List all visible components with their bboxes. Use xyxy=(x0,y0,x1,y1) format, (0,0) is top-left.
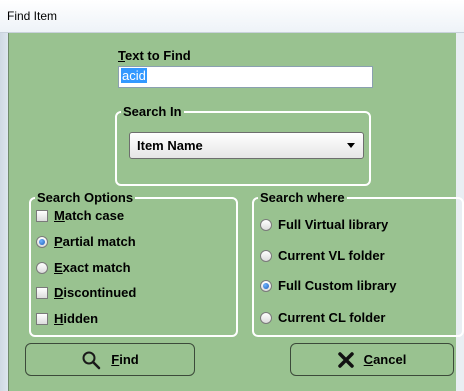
dropdown-arrow-icon xyxy=(347,143,355,148)
search-where-legend: Search where xyxy=(260,190,345,205)
title-bar: Find Item xyxy=(0,0,464,33)
search-in-selected: Item Name xyxy=(137,138,203,153)
match-case-label: Match case xyxy=(54,208,124,223)
partial-match-radio[interactable]: Partial match xyxy=(36,234,136,249)
current-vl-folder-label: Current VL folder xyxy=(278,248,385,263)
hidden-checkbox[interactable]: Hidden xyxy=(36,311,98,326)
current-vl-folder-radio[interactable]: Current VL folder xyxy=(260,248,385,263)
find-rest: ind xyxy=(119,352,139,367)
exact-match-rest: xact match xyxy=(62,260,131,275)
exact-match-radio[interactable]: Exact match xyxy=(36,260,131,275)
search-in-legend: Search In xyxy=(123,104,182,119)
text-to-find-label-mnemonic: T xyxy=(118,48,125,63)
partial-match-mnemonic: P xyxy=(54,234,63,249)
text-to-find-value: acid xyxy=(121,68,147,83)
find-button[interactable]: Find xyxy=(25,343,195,376)
text-to-find-label-rest: ext to Find xyxy=(124,48,191,63)
exact-match-label: Exact match xyxy=(54,260,131,275)
window-title: Find Item xyxy=(7,9,58,23)
current-cl-folder-label: Current CL folder xyxy=(278,310,386,325)
text-to-find-label: Text to Find xyxy=(118,48,191,63)
radio-selected-icon xyxy=(36,235,48,248)
window-border xyxy=(0,33,8,391)
partial-match-rest: artial match xyxy=(62,234,136,249)
discontinued-label: Discontinued xyxy=(54,285,136,300)
checkbox-icon xyxy=(36,209,48,222)
exact-match-mnemonic: E xyxy=(54,260,63,275)
cancel-rest: ancel xyxy=(373,352,407,367)
search-options-legend: Search Options xyxy=(37,190,134,205)
hidden-mnemonic: H xyxy=(54,311,64,326)
search-in-dropdown[interactable]: Item Name xyxy=(129,132,364,159)
hidden-rest: idden xyxy=(63,311,99,326)
full-virtual-library-label: Full Virtual library xyxy=(278,217,389,232)
current-cl-folder-radio[interactable]: Current CL folder xyxy=(260,310,385,325)
x-mark-icon xyxy=(337,351,354,368)
cancel-label: Cancel xyxy=(364,352,407,367)
discontinued-mnemonic: D xyxy=(54,285,64,300)
radio-icon xyxy=(260,311,272,324)
match-case-rest: atch case xyxy=(64,208,125,223)
checkbox-icon xyxy=(36,286,48,299)
cancel-button[interactable]: Cancel xyxy=(290,343,454,376)
match-case-checkbox[interactable]: Match case xyxy=(36,208,124,223)
radio-selected-icon xyxy=(260,279,272,292)
cancel-mnemonic: C xyxy=(363,352,374,367)
text-to-find-input[interactable]: acid xyxy=(118,66,373,88)
full-virtual-library-radio[interactable]: Full Virtual library xyxy=(260,217,388,232)
radio-icon xyxy=(260,249,272,262)
full-custom-library-radio[interactable]: Full Custom library xyxy=(260,278,396,293)
find-label: Find xyxy=(111,352,138,367)
hidden-label: Hidden xyxy=(54,311,98,326)
full-custom-library-label: Full Custom library xyxy=(278,278,397,293)
discontinued-rest: iscontinued xyxy=(63,285,137,300)
magnifier-icon xyxy=(81,350,101,370)
checkbox-icon xyxy=(36,312,48,325)
match-case-mnemonic: M xyxy=(54,208,65,223)
radio-icon xyxy=(36,261,48,274)
radio-icon xyxy=(260,218,272,231)
discontinued-checkbox[interactable]: Discontinued xyxy=(36,285,136,300)
dialog-body: Text to Find acid Search In Item Name Se… xyxy=(8,33,464,391)
partial-match-label: Partial match xyxy=(54,234,136,249)
